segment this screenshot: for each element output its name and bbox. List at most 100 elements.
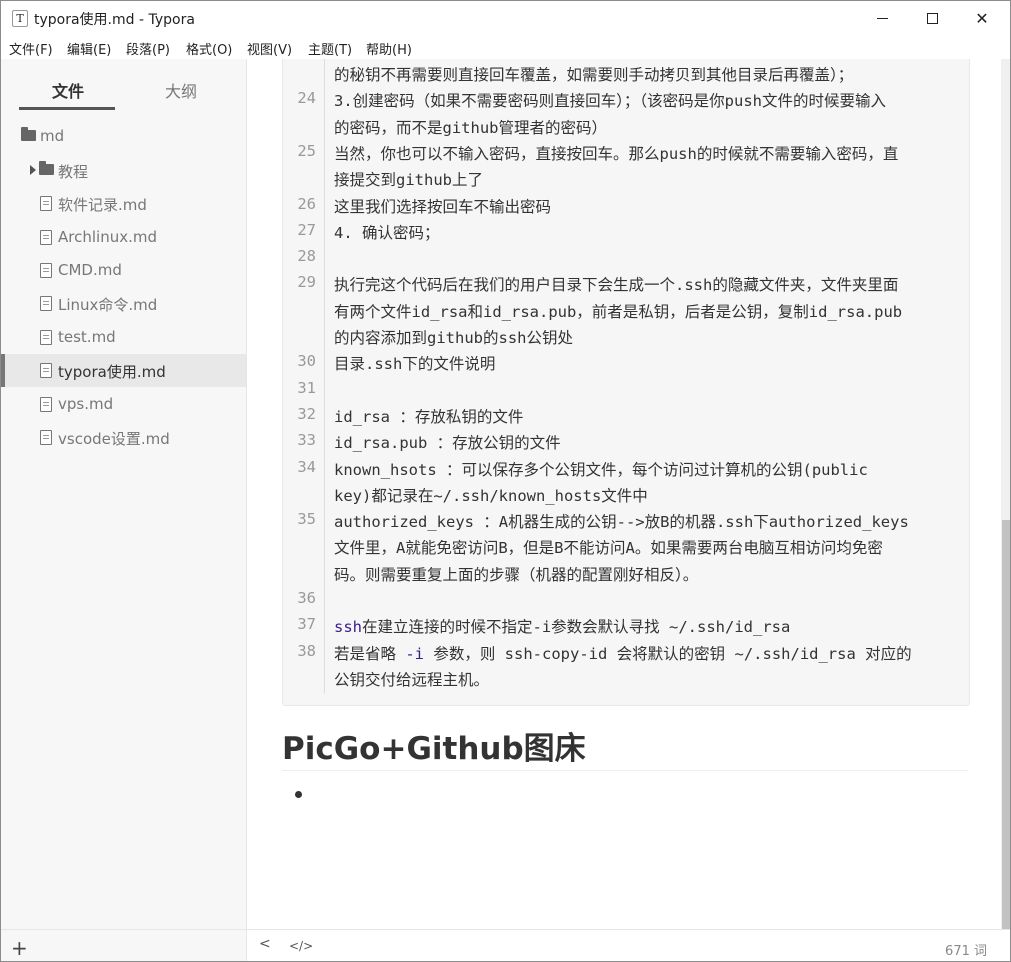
active-tab-indicator bbox=[19, 107, 115, 110]
line-number: 29 bbox=[297, 273, 316, 291]
line-number: 32 bbox=[297, 405, 316, 423]
toggle-sidebar-icon[interactable]: < bbox=[259, 936, 271, 952]
tree-item-label: test.md bbox=[58, 328, 116, 346]
tree-item-label: md bbox=[40, 127, 65, 145]
code-gutter-divider bbox=[324, 59, 325, 694]
line-number: 24 bbox=[297, 89, 316, 107]
code-line-text: key)都记录在~/.ssh/known_hosts文件中 bbox=[334, 487, 648, 505]
code-keyword: ssh bbox=[334, 618, 362, 636]
minimize-button[interactable] bbox=[859, 1, 905, 35]
file-icon bbox=[40, 330, 52, 345]
tree-item-label: typora使用.md bbox=[58, 363, 166, 381]
tree-item-label: Archlinux.md bbox=[58, 228, 157, 246]
line-number: 34 bbox=[297, 458, 316, 476]
tree-folder-tutorial[interactable]: 教程 bbox=[1, 154, 246, 187]
code-line-text: 的密码，而不是github管理者的密码） bbox=[334, 119, 607, 137]
code-text-part: 若是省略 bbox=[334, 645, 406, 663]
file-icon bbox=[40, 230, 52, 245]
menu-view[interactable]: 视图(V) bbox=[247, 39, 292, 58]
word-count[interactable]: 671 词 bbox=[945, 940, 987, 959]
bullet-item[interactable] bbox=[295, 791, 302, 798]
menu-format[interactable]: 格式(O) bbox=[186, 39, 232, 58]
tree-file[interactable]: Archlinux.md bbox=[1, 221, 246, 254]
code-line-text: 公钥交付给远程主机。 bbox=[334, 671, 490, 689]
editor-pane[interactable]: 的秘钥不再需要则直接回车覆盖，如需要则手动拷贝到其他目录后再覆盖）； 24 3.创建… bbox=[247, 59, 1001, 929]
line-number: 31 bbox=[297, 379, 316, 397]
folder-icon bbox=[21, 127, 36, 141]
line-number: 26 bbox=[297, 195, 316, 213]
tab-files[interactable]: 文件 bbox=[52, 78, 84, 102]
add-file-icon[interactable]: + bbox=[11, 936, 28, 960]
menu-paragraph[interactable]: 段落(P) bbox=[126, 39, 170, 58]
code-line-text: 的秘钥不再需要则直接回车覆盖，如需要则手动拷贝到其他目录后再覆盖）； bbox=[334, 66, 854, 84]
menu-file[interactable]: 文件(F) bbox=[9, 39, 53, 58]
line-number: 28 bbox=[297, 247, 316, 265]
code-line-text: 执行完这个代码后在我们的用户目录下会生成一个.ssh的隐藏文件夹，文件夹里面 bbox=[334, 276, 899, 294]
line-number: 27 bbox=[297, 221, 316, 239]
tab-outline[interactable]: 大纲 bbox=[165, 78, 197, 102]
code-line-text: id_rsa ：存放私钥的文件 bbox=[334, 408, 524, 426]
file-icon bbox=[40, 397, 52, 412]
code-text-part: 参数，则 ssh-copy-id 会将默认的密钥 ~/.ssh/id_rsa 对… bbox=[424, 645, 912, 663]
code-line-text: 接提交到github上了 bbox=[334, 171, 483, 189]
maximize-icon bbox=[926, 12, 938, 24]
typora-app-icon: T bbox=[12, 10, 28, 27]
tree-file[interactable]: Linux命令.md bbox=[1, 287, 246, 320]
file-icon bbox=[40, 363, 52, 378]
code-text-part: 在建立连接的时候不指定-i参数会默认寻找 ~/.ssh/id_rsa bbox=[362, 618, 791, 636]
minimize-icon bbox=[876, 17, 888, 19]
code-line-text: 的内容添加到github的ssh公钥处 bbox=[334, 329, 573, 347]
code-line-text: authorized_keys ：A机器生成的公钥-->放B的机器.ssh下au… bbox=[334, 513, 909, 531]
tree-item-label: 软件记录.md bbox=[58, 196, 147, 214]
close-button[interactable]: ✕ bbox=[959, 1, 1005, 35]
sidebar-footer: + bbox=[1, 929, 247, 961]
code-line-text: 3.创建密码（如果不需要密码则直接回车）；（该密码是你push文件的时候要输入 bbox=[334, 92, 886, 110]
code-line-text: 目录.ssh下的文件说明 bbox=[334, 355, 496, 373]
menu-edit[interactable]: 编辑(E) bbox=[67, 39, 111, 58]
file-icon bbox=[40, 296, 52, 311]
title-bar: T typora使用.md - Typora ✕ bbox=[1, 1, 1010, 35]
code-line-text: 当然，你也可以不输入密码，直接按回车。那么push的时候就不需要输入密码，直 bbox=[334, 145, 899, 163]
tree-file[interactable]: test.md bbox=[1, 321, 246, 354]
code-line-text: id_rsa.pub ：存放公钥的文件 bbox=[334, 434, 561, 452]
tree-item-label: CMD.md bbox=[58, 261, 122, 279]
tree-root-md[interactable]: md bbox=[1, 120, 246, 153]
line-number: 37 bbox=[297, 615, 316, 633]
menu-help[interactable]: 帮助(H) bbox=[366, 39, 412, 58]
heading-picgo[interactable]: PicGo+Github图床 bbox=[282, 723, 968, 771]
menu-theme[interactable]: 主题(T) bbox=[308, 39, 352, 58]
close-icon: ✕ bbox=[975, 8, 989, 28]
line-number: 36 bbox=[297, 589, 316, 607]
line-number: 38 bbox=[297, 642, 316, 660]
file-icon bbox=[40, 196, 52, 211]
tree-item-label: 教程 bbox=[58, 163, 89, 181]
window-title: typora使用.md - Typora bbox=[34, 12, 195, 28]
typora-window: T typora使用.md - Typora ✕ 文件(F) 编辑(E) 段落(… bbox=[0, 0, 1011, 962]
code-line-text: 若是省略 -i 参数，则 ssh-copy-id 会将默认的密钥 ~/.ssh/… bbox=[334, 642, 912, 664]
file-icon bbox=[40, 263, 52, 278]
code-line-text: ssh在建立连接的时候不指定-i参数会默认寻找 ~/.ssh/id_rsa bbox=[334, 615, 790, 637]
source-mode-icon[interactable]: </> bbox=[289, 939, 313, 953]
tree-file[interactable]: CMD.md bbox=[1, 254, 246, 287]
tree-file-active[interactable]: typora使用.md bbox=[1, 354, 246, 387]
caret-right-icon bbox=[30, 165, 36, 175]
file-icon bbox=[40, 430, 52, 445]
code-line-text: 这里我们选择按回车不输出密码 bbox=[334, 198, 552, 216]
line-number: 30 bbox=[297, 352, 316, 370]
line-number: 35 bbox=[297, 510, 316, 528]
menu-bar: 文件(F) 编辑(E) 段落(P) 格式(O) 视图(V) 主题(T) 帮助(H… bbox=[1, 35, 1010, 59]
tree-item-label: vps.md bbox=[58, 395, 114, 413]
code-line-text: 文件里，A就能免密访问B，但是B不能访问A。如果需要两台电脑互相访问均免密 bbox=[334, 539, 883, 557]
folder-icon bbox=[39, 161, 54, 175]
tree-file[interactable]: 软件记录.md bbox=[1, 187, 246, 220]
tree-file[interactable]: vps.md bbox=[1, 388, 246, 421]
sidebar: 文件 大纲 md 教程 软件记录.md Archlinux.md CMD.md … bbox=[1, 59, 247, 929]
code-line-text: 4. 确认密码； bbox=[334, 224, 440, 242]
code-line-text: 码。则需要重复上面的步骤（机器的配置刚好相反）。 bbox=[334, 566, 699, 584]
status-bar: < </> 671 词 bbox=[247, 929, 1010, 961]
maximize-button[interactable] bbox=[909, 1, 955, 35]
tree-file[interactable]: vscode设置.md bbox=[1, 421, 246, 454]
scrollbar-thumb[interactable] bbox=[1002, 520, 1010, 929]
code-line-text: known_hsots ：可以保存多个公钥文件，每个访问过计算机的公钥(publ… bbox=[334, 461, 868, 479]
line-number: 33 bbox=[297, 431, 316, 449]
